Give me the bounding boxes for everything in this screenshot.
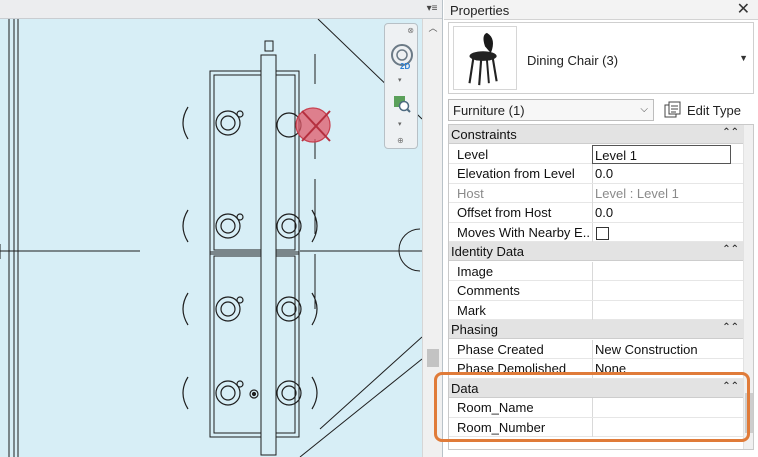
chevron-down-icon[interactable]: ⌵	[640, 104, 648, 115]
property-row-comments[interactable]: Comments	[449, 281, 743, 301]
close-icon[interactable]: ✕	[737, 0, 750, 20]
scrollbar-thumb[interactable]	[427, 349, 439, 367]
property-value[interactable]	[592, 398, 743, 417]
property-name: Elevation from Level	[457, 166, 575, 181]
property-value[interactable]	[592, 261, 743, 281]
filter-value: Furniture (1)	[453, 103, 525, 118]
table-post	[264, 40, 274, 52]
navigation-bar: ⊗ 2D ▾ ▾ ⊕	[384, 23, 418, 149]
property-row-elevation[interactable]: Elevation from Level 0.0	[449, 164, 743, 184]
property-row-offset[interactable]: Offset from Host 0.0	[449, 203, 743, 223]
group-header-phasing[interactable]: Phasing ⌃⌃	[449, 320, 743, 339]
floor-plan-canvas[interactable]	[0, 19, 422, 457]
category-filter-dropdown[interactable]: Furniture (1) ⌵	[448, 99, 654, 121]
viewport-scrollbar[interactable]: ︿	[422, 19, 442, 457]
properties-grid: Constraints ⌃⌃ Level Level 1 Elevation f…	[448, 124, 754, 450]
property-value[interactable]	[592, 281, 743, 300]
property-name: Comments	[457, 283, 520, 298]
chevron-down-icon[interactable]: ▼	[739, 53, 748, 63]
property-row-phase-created[interactable]: Phase Created New Construction	[449, 339, 743, 359]
edit-type-button[interactable]: Edit Type	[660, 98, 754, 122]
diagonal-line	[319, 336, 422, 430]
chevron-down-icon[interactable]: ▾	[398, 76, 402, 84]
property-value[interactable]	[592, 300, 743, 320]
chevron-up-icon[interactable]: ︿	[423, 21, 442, 35]
group-label: Data	[451, 380, 479, 396]
property-value: Level : Level 1	[592, 183, 743, 203]
property-name: Mark	[457, 302, 486, 318]
dining-table-upper	[209, 70, 300, 255]
chair-leg	[236, 110, 244, 118]
property-name: Room_Name	[457, 400, 534, 415]
viewport-toolbar: ▾≡	[0, 0, 442, 19]
edit-type-label: Edit Type	[687, 103, 741, 118]
group-label: Phasing	[451, 322, 498, 337]
property-row-image[interactable]: Image	[449, 261, 743, 281]
property-name: Host	[457, 185, 484, 201]
properties-scrollbar[interactable]	[743, 125, 753, 449]
type-name: Dining Chair (3)	[527, 53, 619, 68]
property-name: Phase Demolished	[457, 361, 567, 376]
filter-row: Furniture (1) ⌵ Edit Type	[448, 98, 754, 122]
property-value[interactable]: 0.0	[592, 203, 743, 222]
collapse-icon[interactable]: ⌃⌃	[722, 322, 739, 333]
dining-chair-icon	[453, 26, 517, 90]
property-name: Offset from Host	[457, 205, 552, 220]
property-value[interactable]: None	[592, 359, 743, 378]
dining-table-lower-inset	[213, 255, 296, 434]
property-value[interactable]: 0.0	[592, 164, 743, 183]
property-name: Image	[457, 263, 494, 279]
property-name: Room_Number	[457, 419, 546, 435]
dining-table-lower	[209, 251, 300, 438]
group-label: Constraints	[451, 127, 517, 142]
property-row-phase-demolished[interactable]: Phase Demolished None	[449, 359, 743, 379]
collapse-icon[interactable]: ⌃⌃	[722, 127, 739, 138]
group-header-data[interactable]: Data ⌃⌃	[449, 378, 743, 398]
palette-title: Properties	[450, 3, 510, 18]
2d-label: 2D	[400, 62, 411, 71]
property-value[interactable]	[592, 417, 743, 437]
property-row-host: Host Level : Level 1	[449, 183, 743, 203]
scrollbar-thumb[interactable]	[745, 393, 753, 433]
chair-seat-inner	[220, 115, 236, 131]
chair-seat	[215, 110, 241, 136]
dropdown-arrow-icon[interactable]: ▾≡	[424, 2, 440, 16]
property-row-moves-with-nearby[interactable]: Moves With Nearby E...	[449, 222, 743, 242]
property-value[interactable]: New Construction	[592, 339, 743, 359]
chair-back	[182, 106, 189, 140]
property-row-room-name[interactable]: Room_Name	[449, 398, 743, 418]
edit-type-icon	[664, 101, 681, 118]
group-header-identity-data[interactable]: Identity Data ⌃⌃	[449, 242, 743, 261]
properties-palette: Properties ✕ Dining Chair (3) ▼ Furnitur…	[444, 0, 758, 457]
diagonal-line	[299, 358, 422, 457]
close-icon[interactable]: ⊗	[407, 26, 414, 35]
property-row-level[interactable]: Level Level 1	[449, 144, 743, 164]
collapse-icon[interactable]: ⌃⌃	[722, 244, 739, 255]
property-name: Moves With Nearby E...	[457, 224, 589, 240]
drawing-viewport[interactable]: ▾≡ ⊗ 2D ▾ ▾ ⊕ ︿	[0, 0, 443, 457]
door-swing-arc	[398, 228, 421, 272]
chevron-down-icon[interactable]: ▾	[398, 120, 402, 128]
property-value-input[interactable]: Level 1	[592, 144, 731, 164]
moves-with-nearby-checkbox[interactable]	[596, 226, 609, 240]
collapse-icon[interactable]: ⌃⌃	[722, 381, 739, 392]
table-center-bar	[260, 54, 277, 456]
property-row-mark[interactable]: Mark	[449, 300, 743, 320]
property-row-room-number[interactable]: Room_Number	[449, 417, 743, 437]
type-selector[interactable]: Dining Chair (3) ▼	[448, 22, 754, 94]
zoom-icon[interactable]	[392, 94, 412, 114]
property-name: Level	[457, 146, 489, 162]
chairs-left	[182, 106, 244, 410]
group-label: Identity Data	[451, 244, 524, 259]
navbar-options-icon[interactable]: ⊕	[397, 136, 404, 145]
selected-chair	[276, 107, 331, 143]
properties-title-bar: Properties ✕	[444, 0, 758, 20]
property-name: Phase Created	[457, 341, 544, 357]
group-header-constraints[interactable]: Constraints ⌃⌃	[449, 125, 743, 144]
property-value	[592, 222, 743, 242]
